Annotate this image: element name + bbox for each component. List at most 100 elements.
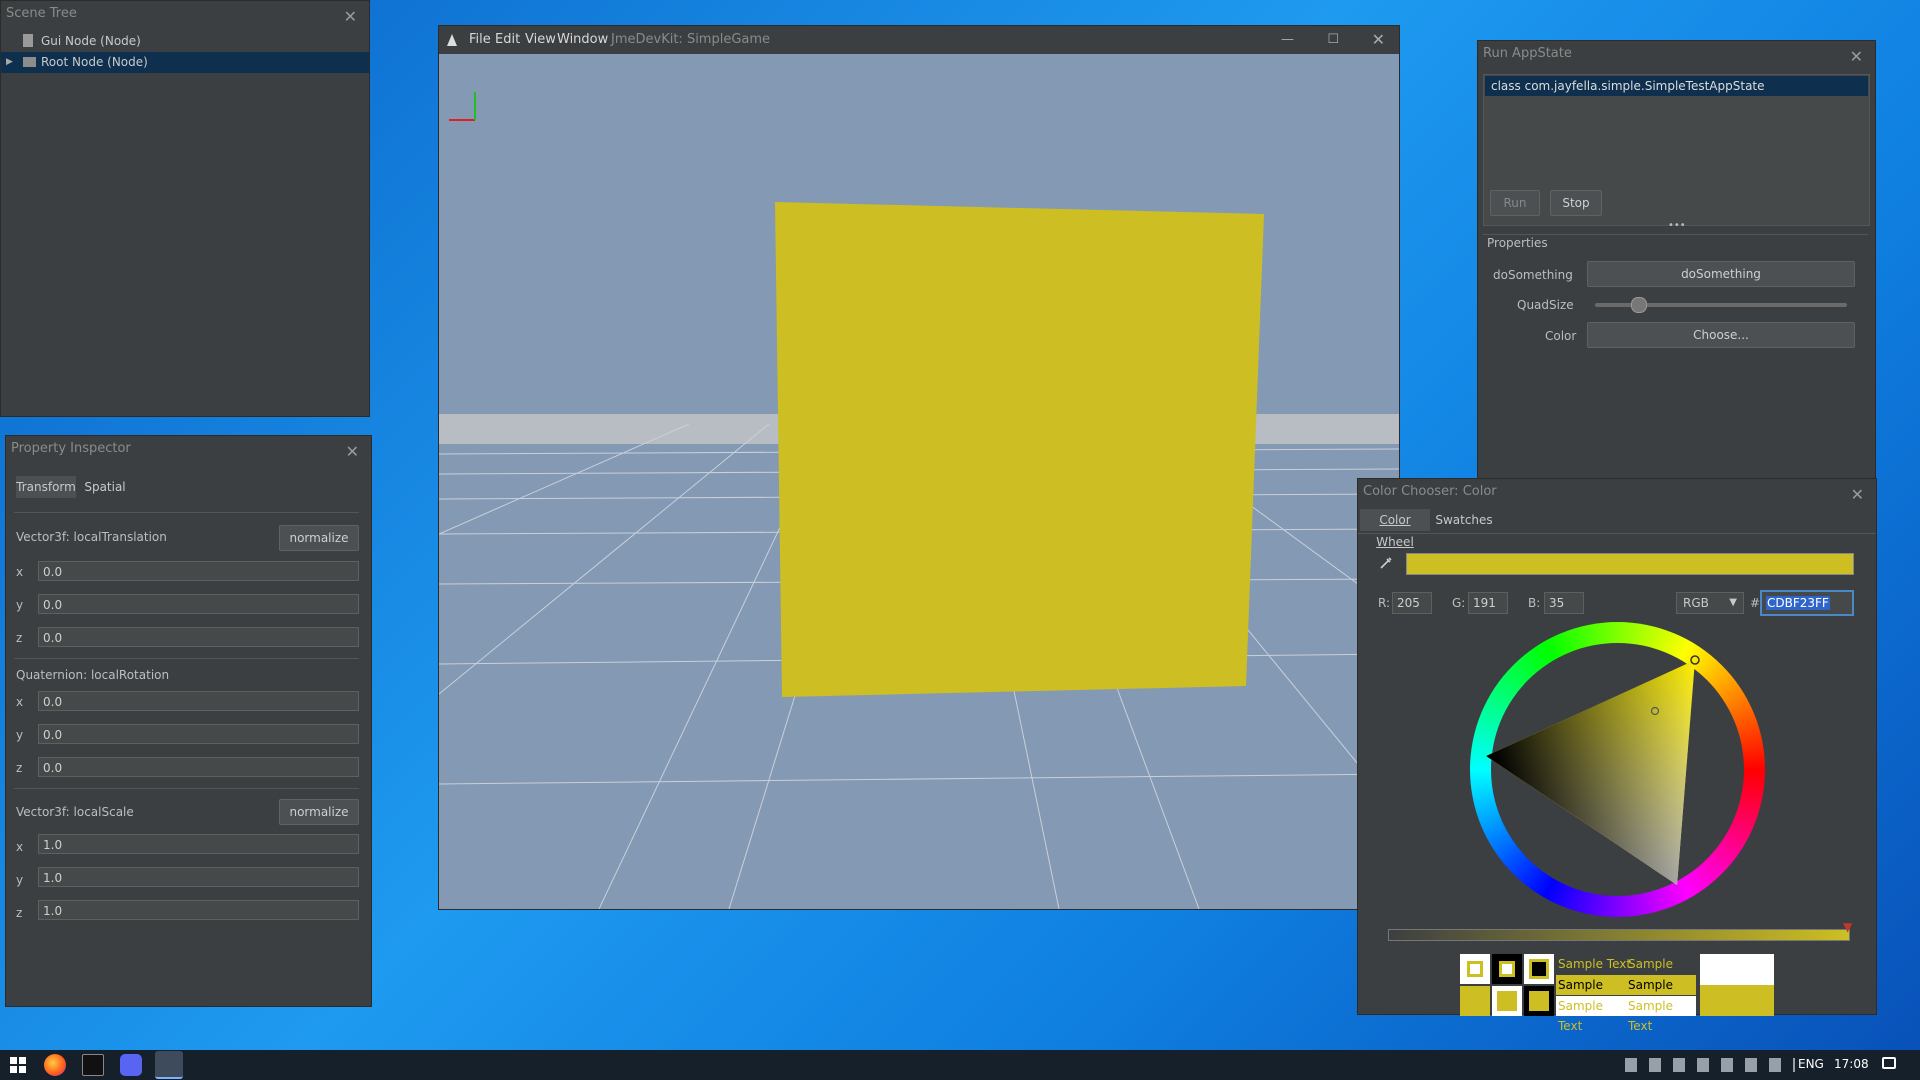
scene-tree-panel: Scene Tree ✕ Gui Node (Node) ▶ Root Node… xyxy=(0,0,370,417)
scale-label: Vector3f: localScale xyxy=(16,805,134,819)
axis-z-label: z xyxy=(16,906,23,920)
maximize-icon[interactable]: ☐ xyxy=(1327,26,1339,54)
tab-spatial[interactable]: Spatial xyxy=(82,476,128,498)
tab-swatches[interactable]: Swatches xyxy=(1434,509,1494,531)
menu-file[interactable]: File xyxy=(469,26,491,54)
sample-text: Sample Text xyxy=(1626,975,1696,1012)
hash-label: # xyxy=(1750,596,1761,610)
axis-y-label: y xyxy=(16,728,24,742)
swatch-fill-3 xyxy=(1524,986,1554,1016)
sample-text: Sample Text xyxy=(1556,996,1626,1033)
language-indicator[interactable]: ENG xyxy=(1798,1057,1824,1071)
b-field[interactable]: 35 xyxy=(1544,592,1584,614)
quad-size-slider[interactable] xyxy=(1595,297,1847,313)
close-icon[interactable]: ✕ xyxy=(344,4,357,30)
hex-field[interactable]: CDBF23FF xyxy=(1760,590,1854,616)
tab-color-wheel[interactable]: Color Wheel xyxy=(1360,509,1430,549)
scale-z-field[interactable]: 1.0 xyxy=(38,900,359,920)
close-icon[interactable]: ✕ xyxy=(346,439,359,465)
appstate-list[interactable]: class com.jayfella.simple.SimpleTestAppS… xyxy=(1483,74,1870,226)
do-something-button[interactable]: doSomething xyxy=(1587,261,1855,287)
start-icon[interactable] xyxy=(10,1057,26,1073)
swatch-fill-1 xyxy=(1460,986,1490,1016)
b-label: B: xyxy=(1528,596,1541,610)
sample-text-grid: Sample Text Sample Text Sample Text Samp… xyxy=(1556,954,1696,1033)
swatch-fill-2 xyxy=(1492,986,1522,1016)
color-mode-value: RGB xyxy=(1683,596,1709,610)
g-field[interactable]: 191 xyxy=(1468,592,1508,614)
color-mode-select[interactable]: RGB ▼ xyxy=(1676,592,1744,614)
r-field[interactable]: 205 xyxy=(1392,592,1432,614)
property-inspector-panel: Property Inspector ✕ Transform Spatial V… xyxy=(5,435,372,1007)
alpha-thumb-icon[interactable]: ▼ xyxy=(1843,920,1852,934)
folder-icon xyxy=(23,57,36,67)
notification-icon[interactable] xyxy=(1882,1057,1896,1069)
viewport-3d[interactable] xyxy=(439,54,1399,909)
alpha-slider[interactable] xyxy=(1388,929,1850,941)
scene-tree-title-text: Scene Tree xyxy=(6,6,77,21)
rotation-x-field[interactable]: 0.0 xyxy=(38,691,359,711)
tree-item-root-node[interactable]: ▶ Root Node (Node) xyxy=(1,52,369,73)
chooser-divider xyxy=(1358,533,1876,534)
saturation-triangle[interactable] xyxy=(1470,622,1765,917)
window-title: JmeDevKit: SimpleGame xyxy=(611,32,771,47)
expand-arrow-icon[interactable]: ▶ xyxy=(6,52,13,73)
menu-view[interactable]: View xyxy=(525,26,556,54)
appstate-title-text: Run AppState xyxy=(1483,46,1572,61)
divider xyxy=(14,512,359,513)
translation-z-field[interactable]: 0.0 xyxy=(38,627,359,647)
color-preview-bar xyxy=(1406,553,1854,575)
node-icon xyxy=(23,34,33,47)
firefox-icon[interactable] xyxy=(44,1054,66,1076)
splitter-handle-icon[interactable]: ••• xyxy=(1668,220,1686,231)
intellij-icon[interactable] xyxy=(82,1054,104,1076)
stop-button[interactable]: Stop xyxy=(1550,190,1602,216)
java-app-icon[interactable] xyxy=(155,1051,183,1079)
menu-window[interactable]: Window xyxy=(557,26,608,54)
slider-thumb[interactable] xyxy=(1630,297,1647,313)
axis-x-label: x xyxy=(16,840,24,854)
scale-y-field[interactable]: 1.0 xyxy=(38,867,359,887)
axis-x-label: x xyxy=(16,695,24,709)
close-icon[interactable]: ✕ xyxy=(1851,482,1864,508)
game-window: File Edit View Window JmeDevKit: SimpleG… xyxy=(438,25,1400,910)
inspector-title-text: Property Inspector xyxy=(11,441,131,456)
minimize-icon[interactable]: — xyxy=(1281,26,1294,54)
appstate-list-item[interactable]: class com.jayfella.simple.SimpleTestAppS… xyxy=(1485,76,1868,96)
eyedropper-icon[interactable] xyxy=(1378,555,1394,571)
clock[interactable]: 17:08 xyxy=(1834,1057,1869,1071)
sample-text: Sample Text xyxy=(1628,957,1673,991)
close-icon[interactable]: ✕ xyxy=(1850,44,1863,70)
scale-x-field[interactable]: 1.0 xyxy=(38,834,359,854)
old-color xyxy=(1700,954,1774,985)
choose-color-button[interactable]: Choose... xyxy=(1587,322,1855,348)
sample-text: Sample Text xyxy=(1558,957,1632,971)
scene-tree-title: Scene Tree ✕ xyxy=(1,1,369,27)
translation-x-field[interactable]: 0.0 xyxy=(38,561,359,581)
discord-icon[interactable] xyxy=(120,1054,142,1076)
properties-title: Properties xyxy=(1487,236,1548,250)
color-label: Color xyxy=(1545,329,1577,343)
tree-item-label: Root Node (Node) xyxy=(41,55,148,69)
normalize-scale-button[interactable]: normalize xyxy=(279,799,359,825)
sample-text: Sample Text xyxy=(1556,975,1626,1012)
tree-item-gui-node[interactable]: Gui Node (Node) xyxy=(1,31,369,51)
app-icon xyxy=(447,34,457,46)
taskbar: ENG 17:08 xyxy=(0,1050,1920,1080)
close-icon[interactable]: ✕ xyxy=(1372,26,1385,54)
hex-value: CDBF23FF xyxy=(1766,596,1830,610)
appstate-title: Run AppState ✕ xyxy=(1478,41,1875,67)
properties-group: Properties doSomething doSomething QuadS… xyxy=(1483,234,1868,480)
tree-item-label: Gui Node (Node) xyxy=(41,34,141,48)
run-button[interactable]: Run xyxy=(1490,190,1540,216)
menu-edit[interactable]: Edit xyxy=(495,26,520,54)
swatch-on-white xyxy=(1460,954,1490,984)
translation-y-field[interactable]: 0.0 xyxy=(38,594,359,614)
normalize-translation-button[interactable]: normalize xyxy=(279,525,359,551)
rotation-z-field[interactable]: 0.0 xyxy=(38,757,359,777)
before-after-preview xyxy=(1700,954,1774,1016)
g-label: G: xyxy=(1452,596,1466,610)
tray-icons[interactable] xyxy=(1625,1058,1795,1072)
tab-transform[interactable]: Transform xyxy=(16,476,76,498)
rotation-y-field[interactable]: 0.0 xyxy=(38,724,359,744)
